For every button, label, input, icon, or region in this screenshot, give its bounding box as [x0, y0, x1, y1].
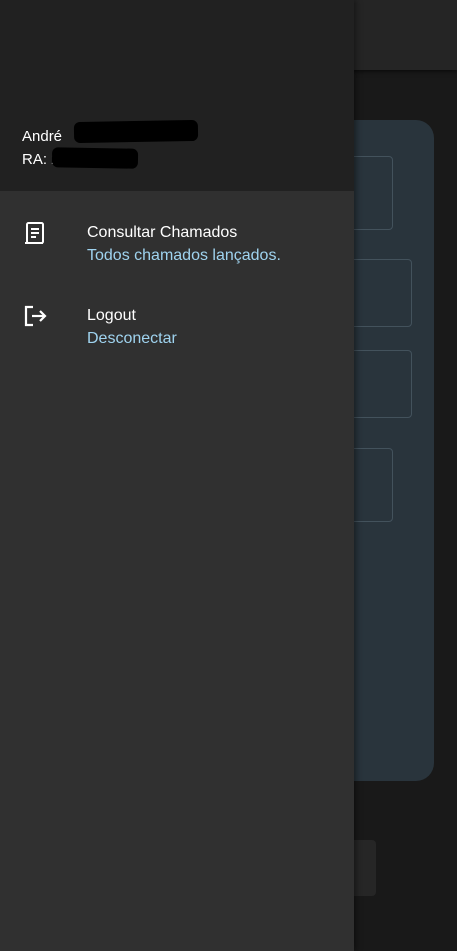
- menu-item-title: Consultar Chamados: [87, 224, 238, 241]
- menu-item-logout[interactable]: Logout Desconectar: [0, 293, 354, 359]
- drawer-header: André RA: 2: [0, 0, 354, 191]
- menu-item-subtitle: Desconectar: [87, 330, 177, 347]
- redaction-mark: [51, 147, 139, 169]
- menu-item-consultar-chamados[interactable]: Consultar Chamados Todos chamados lançad…: [0, 210, 354, 276]
- redaction-mark: [73, 119, 199, 144]
- navigation-drawer: André RA: 2 Consultar Chamados Todos cha…: [0, 0, 354, 951]
- logout-icon: [22, 303, 48, 329]
- menu-item-title: Logout: [87, 307, 136, 324]
- menu-item-subtitle: Todos chamados lançados.: [87, 247, 281, 264]
- receipt-icon: [22, 220, 48, 246]
- user-name: André: [22, 128, 63, 145]
- app-screen: André RA: 2 Consultar Chamados Todos cha…: [0, 0, 457, 951]
